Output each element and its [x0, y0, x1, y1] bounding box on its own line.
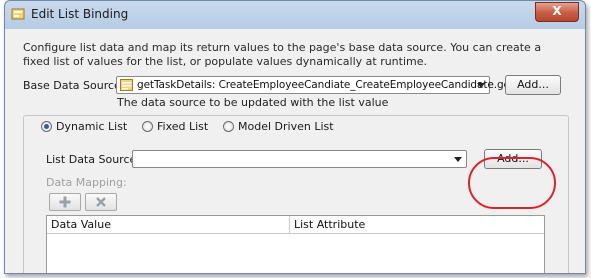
title-bar: Edit List Binding X — [5, 1, 585, 28]
base-add-button[interactable]: Add... — [505, 75, 561, 95]
base-data-source-select[interactable]: getTaskDetails: CreateEmployeeCandiate_C… — [116, 76, 529, 94]
radio-icon — [223, 121, 234, 132]
column-header-list-attribute[interactable]: List Attribute — [290, 216, 544, 234]
binding-icon — [11, 8, 25, 20]
description-text: Configure list data and map its return v… — [23, 41, 542, 68]
radio-model-driven-list-label: Model Driven List — [238, 120, 334, 133]
radio-dynamic-list[interactable]: Dynamic List — [41, 120, 127, 133]
chevron-down-icon — [454, 157, 462, 162]
base-data-source-helper: The data source to be updated with the l… — [117, 96, 389, 109]
base-data-source-label: Base Data Source: — [23, 79, 125, 92]
column-header-label: Data Value — [51, 218, 111, 231]
radio-dynamic-list-label: Dynamic List — [56, 120, 128, 133]
remove-mapping-button[interactable] — [85, 193, 117, 211]
highlight-circle — [468, 157, 556, 209]
radio-model-driven-list[interactable]: Model Driven List — [223, 120, 334, 133]
radio-selected-icon — [41, 121, 52, 132]
column-header-label: List Attribute — [294, 218, 366, 231]
close-icon: X — [552, 4, 562, 18]
column-header-data-value[interactable]: Data Value — [47, 216, 290, 234]
data-control-icon — [120, 79, 133, 91]
add-mapping-button[interactable] — [49, 193, 81, 211]
edit-list-binding-dialog: Edit List Binding X Configure list data … — [4, 0, 586, 274]
data-mapping-label: Data Mapping: — [46, 176, 127, 189]
x-icon — [96, 197, 106, 207]
list-data-source-select[interactable] — [132, 150, 467, 168]
base-add-label: Add... — [517, 78, 549, 91]
dialog-content: Configure list data and map its return v… — [5, 29, 585, 273]
radio-fixed-list[interactable]: Fixed List — [142, 120, 208, 133]
radio-icon — [142, 121, 153, 132]
base-data-source-value: getTaskDetails: CreateEmployeeCandiate_C… — [137, 79, 529, 91]
plus-icon — [59, 196, 71, 208]
radio-fixed-list-label: Fixed List — [157, 120, 209, 133]
list-data-source-label: List Data Source: — [46, 153, 140, 166]
chevron-down-icon — [477, 83, 485, 88]
close-button[interactable]: X — [535, 2, 579, 22]
dialog-title: Edit List Binding — [31, 7, 129, 21]
data-mapping-table: Data Value List Attribute — [46, 215, 545, 273]
